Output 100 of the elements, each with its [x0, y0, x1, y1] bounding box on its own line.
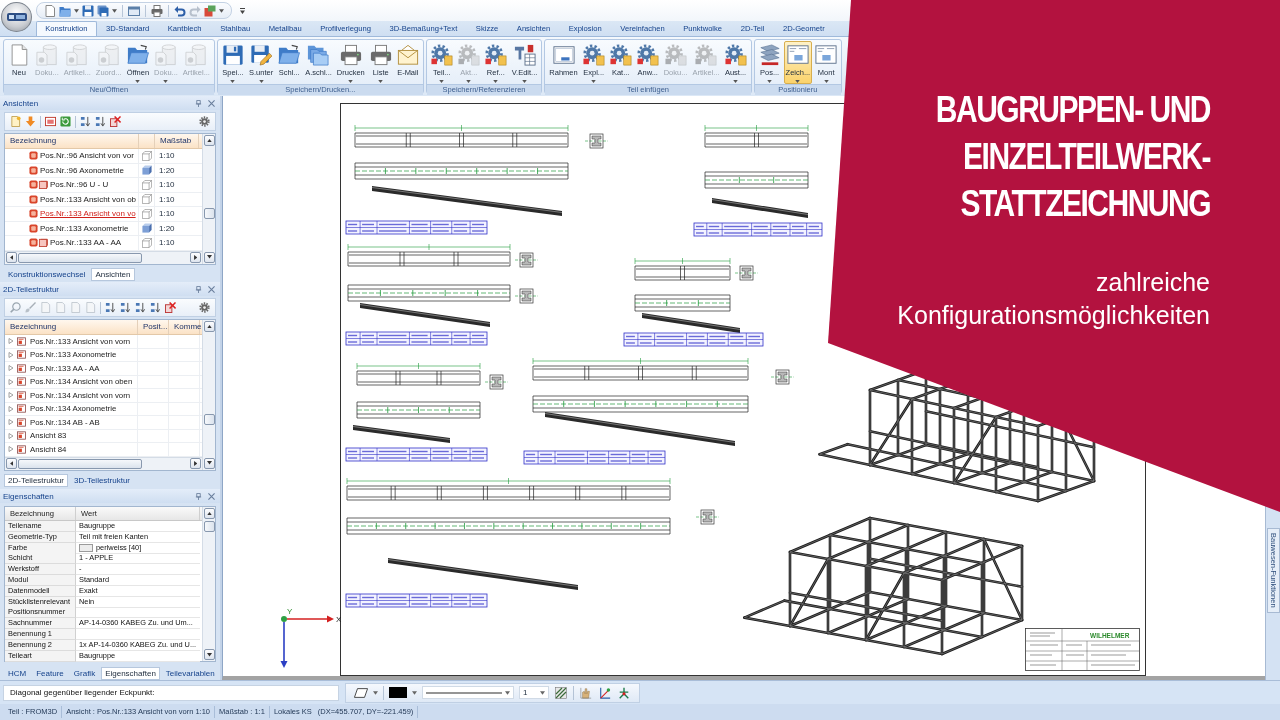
panel-tab[interactable]: Konstruktionswechsel [4, 268, 90, 281]
beam-section-drawing [514, 288, 539, 304]
column-header[interactable]: Bezeichnung [5, 320, 138, 334]
scroll-down-button[interactable] [203, 649, 215, 661]
printer-icon[interactable] [151, 4, 163, 17]
page-icon[interactable] [10, 116, 21, 127]
settings-icon[interactable] [199, 116, 210, 127]
sort-icon[interactable] [135, 302, 146, 313]
scroll-left-button[interactable] [6, 458, 17, 469]
axis-label: X [336, 615, 342, 624]
sort-icon[interactable] [105, 302, 116, 313]
scroll-left-button[interactable] [6, 252, 17, 263]
caret-icon[interactable] [112, 8, 117, 13]
caret-icon[interactable] [412, 690, 417, 695]
column-header[interactable]: Posit... [138, 320, 169, 334]
scrollbar-thumb[interactable] [18, 458, 142, 469]
close-icon[interactable] [208, 492, 215, 500]
panel-tab[interactable]: HCM [4, 667, 31, 680]
view-name[interactable]: Pos.Nr.:96 U - U [50, 178, 109, 192]
column-header[interactable]: Bezeichnung [5, 134, 139, 148]
scroll-up-button[interactable] [203, 321, 215, 332]
sort-icon[interactable] [80, 116, 91, 127]
database-icon [97, 44, 120, 66]
picture-icon[interactable] [45, 116, 56, 127]
collapsed-arrow-icon[interactable] [8, 419, 14, 426]
search-icon[interactable] [10, 302, 21, 313]
scrollbar-thumb[interactable] [203, 521, 215, 532]
view-name[interactable]: Pos.Nr.:133 Axonometrie [40, 221, 129, 235]
collapsed-arrow-icon[interactable] [8, 338, 14, 345]
collapsed-arrow-icon[interactable] [8, 378, 14, 385]
sort-icon[interactable] [120, 302, 131, 313]
panel-title: 2D-Teilestruktur [3, 284, 60, 294]
scrollbar-thumb[interactable] [203, 208, 215, 219]
panel-title: Eigenschaften [3, 491, 55, 501]
panel-tab[interactable]: Eigenschaften [101, 667, 160, 680]
close-icon[interactable] [208, 99, 215, 107]
line-width-dropdown[interactable]: 1 [519, 686, 549, 699]
sort-icon[interactable] [95, 116, 106, 127]
view-name[interactable]: Pos.Nr.:96 Axonometrie [40, 163, 125, 177]
sort-icon[interactable] [150, 302, 161, 313]
scale-cell-text: 1:20 [158, 164, 176, 177]
scroll-up-button[interactable] [203, 508, 215, 519]
part-list-icon [17, 417, 26, 427]
collapsed-arrow-icon[interactable] [8, 392, 14, 399]
scrollbar-thumb[interactable] [203, 414, 215, 425]
y-axis-arrow [280, 621, 288, 668]
frame-icon [552, 44, 575, 66]
collapsed-arrow-icon[interactable] [8, 405, 14, 412]
view-name[interactable]: Pos.Nr.:96 Ansicht von vor [40, 149, 134, 163]
collapsed-arrow-icon[interactable] [8, 432, 14, 439]
line-style-dropdown[interactable] [422, 686, 514, 699]
pin-icon[interactable] [195, 285, 202, 293]
column-header[interactable]: Maßstab [155, 134, 199, 148]
hand-axis-icon[interactable] [579, 686, 593, 699]
left-arrow-icon [9, 255, 14, 260]
paint-bucket-icon[interactable] [204, 4, 216, 17]
pin-icon[interactable] [195, 99, 202, 107]
document-icon[interactable] [44, 4, 56, 17]
scroll-down-button[interactable] [203, 251, 215, 263]
caret-icon[interactable] [219, 8, 224, 13]
axis-icon[interactable] [598, 686, 612, 699]
scrollbar-thumb[interactable] [18, 252, 142, 263]
panel-tab[interactable]: 2D-Teilestruktur [4, 474, 68, 487]
caret-icon[interactable] [373, 690, 378, 695]
collapsed-arrow-icon[interactable] [8, 446, 14, 453]
undo-icon[interactable] [174, 4, 186, 17]
tripod-icon[interactable] [617, 686, 631, 699]
pin-icon[interactable] [195, 492, 202, 500]
parallelogram-icon[interactable] [354, 686, 368, 699]
caret-icon[interactable] [74, 8, 79, 13]
panel-tab[interactable]: Ansichten [91, 268, 135, 281]
scroll-up-button[interactable] [203, 135, 215, 146]
collapsed-arrow-icon[interactable] [8, 365, 14, 372]
close-icon[interactable] [208, 285, 215, 293]
panel-tab[interactable]: 3D-Teilestruktur [70, 474, 135, 487]
command-input[interactable]: Diagonal gegenüber liegender Eckpunkt: [3, 684, 339, 701]
panel-tab[interactable]: Feature [32, 667, 68, 680]
customize-caret-icon[interactable] [240, 7, 245, 14]
panel-tab[interactable]: Grafik [69, 667, 100, 680]
view-name[interactable]: Pos.Nr.:133 Ansicht von vo [40, 207, 136, 221]
settings-icon[interactable] [199, 302, 210, 313]
delete-icon[interactable] [110, 116, 121, 127]
arrow-down-icon[interactable] [25, 116, 36, 127]
floppy-stack-icon[interactable] [97, 4, 109, 17]
brush-icon[interactable] [25, 302, 36, 313]
view-name[interactable]: Pos.Nr.:133 AA - AA [50, 236, 122, 250]
delete-icon[interactable] [165, 302, 176, 313]
collapsed-arrow-icon[interactable] [8, 351, 14, 358]
banner-subtitle: zahlreiche Konfigurationsmöglichkeiten [897, 267, 1210, 331]
column-header[interactable]: Komme [169, 320, 200, 334]
scroll-right-button[interactable] [190, 458, 201, 469]
scroll-down-button[interactable] [203, 457, 215, 469]
color-swatch[interactable] [389, 687, 407, 698]
view-name[interactable]: Pos.Nr.:133 Ansicht von ob [40, 192, 137, 206]
panel-tab[interactable]: Teilevariablen [161, 667, 219, 680]
folder-icon[interactable] [59, 4, 71, 17]
scroll-right-button[interactable] [190, 252, 201, 263]
refresh-icon[interactable] [60, 116, 71, 127]
window-icon[interactable] [128, 4, 140, 17]
hatch-icon[interactable] [554, 686, 568, 699]
